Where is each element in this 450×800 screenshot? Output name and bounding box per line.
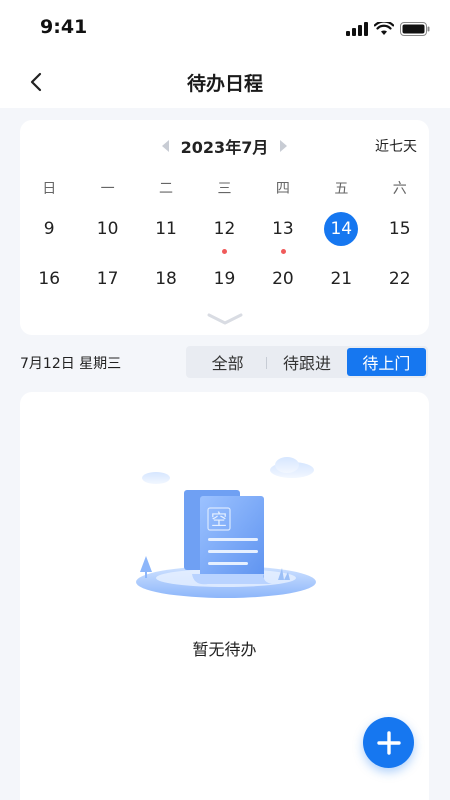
date-cell[interactable]: 21 [312, 262, 370, 298]
plus-icon [376, 730, 401, 755]
tab-label: 全部 [211, 354, 244, 373]
date-cell[interactable]: 20 [254, 262, 312, 298]
calendar-card: 2023年7月 近七天 日 一 二 三 四 五 六 9 10 11 12 13 … [20, 120, 429, 335]
expand-calendar-chevron-icon[interactable] [207, 312, 243, 326]
next-month-button[interactable] [280, 140, 288, 152]
date-number: 21 [330, 269, 353, 289]
date-cell[interactable]: 9 [20, 212, 78, 248]
battery-icon [400, 22, 430, 36]
date-cell[interactable]: 10 [78, 212, 136, 248]
date-number: 20 [272, 269, 294, 289]
add-todo-button[interactable] [363, 717, 414, 768]
weekday-label: 日 [42, 181, 57, 197]
empty-document-illustration: 空 [136, 457, 316, 598]
event-indicator-dot [222, 249, 228, 254]
date-row: 9 10 11 12 13 14 15 [20, 212, 429, 254]
date-number: 16 [38, 269, 61, 289]
status-icons [346, 20, 430, 38]
date-cell[interactable]: 16 [20, 262, 78, 298]
date-number: 18 [155, 269, 177, 289]
weekday-label: 五 [334, 181, 349, 197]
weekday-label: 四 [275, 181, 290, 197]
date-cell[interactable]: 22 [371, 262, 429, 298]
date-cell[interactable]: 13 [254, 212, 312, 254]
month-label: 2023年7月 [180, 138, 269, 157]
cellular-signal-icon [346, 22, 368, 36]
date-cell[interactable]: 17 [78, 262, 136, 298]
prev-month-button[interactable] [161, 140, 169, 152]
date-number: 19 [213, 269, 236, 289]
date-number: 10 [96, 219, 119, 239]
date-cell[interactable]: 15 [371, 212, 429, 248]
date-number: 15 [388, 219, 411, 239]
month-header: 2023年7月 近七天 [20, 134, 429, 158]
date-cell[interactable]: 11 [137, 212, 195, 248]
date-number: 9 [43, 219, 55, 239]
weekday-header: 日 一 二 三 四 五 六 [20, 178, 429, 198]
status-time: 9:41 [40, 16, 88, 38]
date-cell-selected[interactable]: 14 [312, 212, 370, 248]
selected-date-number: 14 [324, 212, 359, 246]
weekday-label: 一 [100, 181, 115, 197]
date-number: 22 [388, 269, 411, 289]
event-indicator-dot [280, 249, 286, 254]
selected-date-caption: 7月12日 星期三 [20, 356, 122, 372]
date-row: 16 17 18 19 20 21 22 [20, 262, 429, 298]
page-title: 待办日程 [186, 73, 263, 95]
date-number: 17 [96, 269, 119, 289]
wifi-icon [374, 22, 394, 35]
filter-segmented-control: 全部 待跟进 待上门 [186, 346, 428, 378]
weekday-label: 二 [159, 181, 174, 197]
date-cell[interactable]: 12 [195, 212, 253, 254]
empty-state-message: 暂无待办 [192, 640, 257, 659]
tab-follow-up[interactable]: 待跟进 [267, 348, 346, 376]
tab-visit[interactable]: 待上门 [346, 348, 426, 376]
recent-seven-days-button[interactable]: 近七天 [375, 136, 417, 156]
illustration-char: 空 [211, 510, 227, 529]
nav-bar: 待办日程 [0, 56, 450, 108]
tab-label: 待上门 [362, 354, 411, 373]
status-bar: 9:41 [0, 0, 450, 56]
weekday-label: 三 [217, 181, 232, 197]
month-nav: 2023年7月 [20, 134, 429, 158]
tab-all[interactable]: 全部 [188, 348, 268, 376]
date-number: 11 [155, 219, 177, 239]
tab-label: 待跟进 [282, 354, 331, 373]
date-cell[interactable]: 18 [137, 262, 195, 298]
date-cell[interactable]: 19 [195, 262, 253, 298]
weekday-label: 六 [392, 181, 407, 197]
date-number: 13 [272, 219, 294, 239]
date-number: 12 [213, 219, 236, 239]
